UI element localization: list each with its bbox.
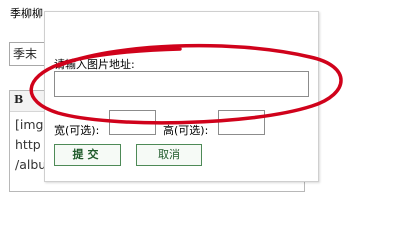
- height-label: 高(可选):: [163, 124, 209, 137]
- height-input[interactable]: [218, 110, 265, 135]
- background-title: 季柳柳: [10, 7, 43, 20]
- image-url-label: 请输入图片地址:: [54, 58, 135, 71]
- screen: 季柳柳 季末 B [img http /albu 请输入图片地址: 宽(可选):…: [0, 0, 415, 207]
- submit-button[interactable]: 提交: [54, 144, 121, 166]
- image-url-input[interactable]: [54, 71, 309, 97]
- width-label: 宽(可选):: [54, 124, 100, 137]
- bold-icon[interactable]: B: [14, 93, 23, 106]
- insert-image-dialog: 请输入图片地址: 宽(可选): 高(可选): 提交 取消: [44, 11, 319, 182]
- width-input[interactable]: [109, 110, 156, 135]
- cancel-button[interactable]: 取消: [136, 144, 202, 166]
